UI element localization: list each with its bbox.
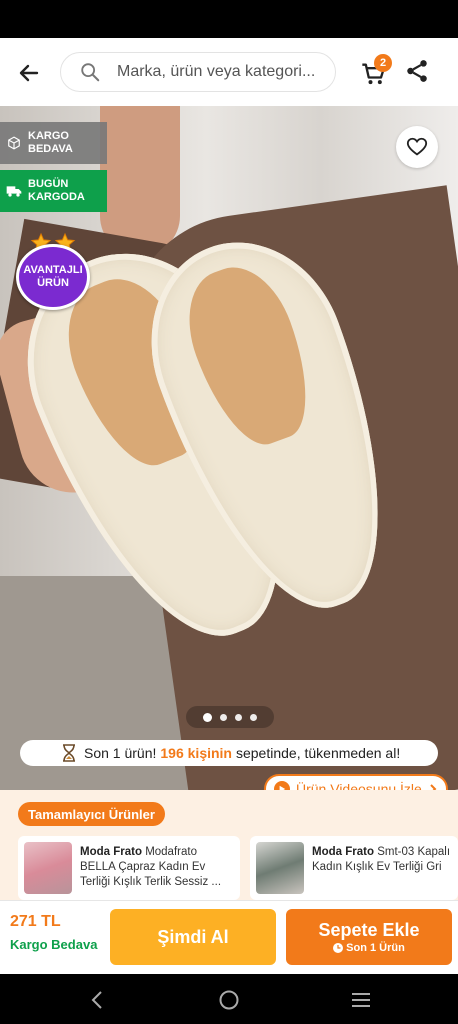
product-thumbnail bbox=[256, 842, 304, 894]
share-icon bbox=[407, 60, 427, 82]
home-nav-icon[interactable] bbox=[217, 988, 241, 1012]
free-shipping-label: Kargo Bedava bbox=[10, 937, 98, 952]
today-cargo-text: BUGÜN KARGODA bbox=[28, 178, 85, 203]
status-bar bbox=[0, 0, 458, 38]
recents-nav-icon[interactable] bbox=[349, 988, 373, 1012]
hourglass-icon bbox=[63, 744, 75, 762]
complementary-product-card[interactable]: Moda Frato Modafrato BELLA Çapraz Kadın … bbox=[18, 836, 240, 900]
play-icon bbox=[274, 781, 290, 790]
product-description: Moda Frato Smt-03 Kapalı Kadın Kışlık Ev… bbox=[312, 846, 451, 873]
stock-warning-banner: Son 1 ürün! 196 kişinin sepetinde, tüken… bbox=[20, 740, 438, 766]
back-button[interactable] bbox=[14, 58, 44, 88]
pagination-dot[interactable] bbox=[203, 712, 212, 722]
arrow-left-icon bbox=[19, 64, 39, 82]
cart-count-badge: 2 bbox=[374, 54, 392, 72]
search-icon bbox=[81, 63, 100, 82]
purchase-bar: 271 TL Kargo Bedava Şimdi Al Sepete Ekle… bbox=[0, 900, 458, 974]
watch-video-label: Ürün Videosunu İzle bbox=[296, 781, 422, 790]
share-button[interactable] bbox=[404, 58, 432, 86]
complementary-products: Tamamlayıcı Ürünler Moda Frato Modafrato… bbox=[0, 790, 458, 900]
pagination-dot[interactable] bbox=[250, 713, 257, 721]
free-cargo-badge: KARGO BEDAVA bbox=[0, 122, 107, 164]
search-input[interactable] bbox=[117, 63, 327, 81]
add-to-cart-button[interactable]: Sepete Ekle Son 1 Ürün bbox=[286, 909, 452, 965]
complementary-product-card[interactable]: Moda Frato Smt-03 Kapalı Kadın Kışlık Ev… bbox=[250, 836, 458, 900]
product-thumbnail bbox=[24, 842, 72, 894]
advantage-circle: AVANTAJLI ÜRÜN bbox=[16, 244, 90, 310]
stock-suffix: sepetinde, tükenmeden al! bbox=[235, 745, 401, 761]
heart-icon bbox=[406, 137, 428, 156]
stock-count: 196 kişinin bbox=[160, 745, 232, 761]
box-icon bbox=[6, 135, 22, 151]
today-cargo-badge: BUGÜN KARGODA bbox=[0, 170, 107, 212]
product-image-gallery[interactable]: KARGO BEDAVA BUGÜN KARGODA AVANTAJLI ÜRÜN bbox=[0, 106, 458, 790]
search-box[interactable] bbox=[60, 52, 336, 92]
advantage-line1: AVANTAJLI bbox=[23, 264, 83, 276]
free-cargo-text: KARGO BEDAVA bbox=[28, 130, 73, 155]
advantage-badge: AVANTAJLI ÜRÜN bbox=[16, 232, 92, 310]
cart-button[interactable]: 2 bbox=[360, 54, 394, 88]
pagination-dot[interactable] bbox=[220, 713, 227, 721]
system-nav-bar bbox=[0, 974, 458, 1024]
favorite-button[interactable] bbox=[396, 126, 438, 168]
watch-video-button[interactable]: Ürün Videosunu İzle bbox=[264, 774, 448, 790]
buy-now-button[interactable]: Şimdi Al bbox=[110, 909, 276, 965]
chevron-right-icon bbox=[430, 784, 437, 790]
product-description: Moda Frato Modafrato BELLA Çapraz Kadın … bbox=[80, 846, 222, 888]
stock-prefix: Son 1 ürün! bbox=[84, 745, 157, 761]
price: 271 TL bbox=[10, 913, 61, 930]
complementary-title: Tamamlayıcı Ürünler bbox=[18, 802, 165, 826]
advantage-line2: ÜRÜN bbox=[37, 277, 69, 289]
pagination-dot[interactable] bbox=[235, 713, 242, 721]
add-to-cart-sub: Son 1 Ürün bbox=[333, 942, 405, 954]
truck-icon bbox=[6, 183, 22, 199]
clock-icon bbox=[333, 943, 344, 953]
back-nav-icon[interactable] bbox=[86, 988, 110, 1012]
add-to-cart-label: Sepete Ekle bbox=[318, 920, 420, 940]
top-bar: 2 bbox=[0, 38, 458, 106]
screen: 2 KARGOBEDAVA bbox=[0, 0, 458, 1024]
gallery-pagination bbox=[186, 706, 274, 728]
